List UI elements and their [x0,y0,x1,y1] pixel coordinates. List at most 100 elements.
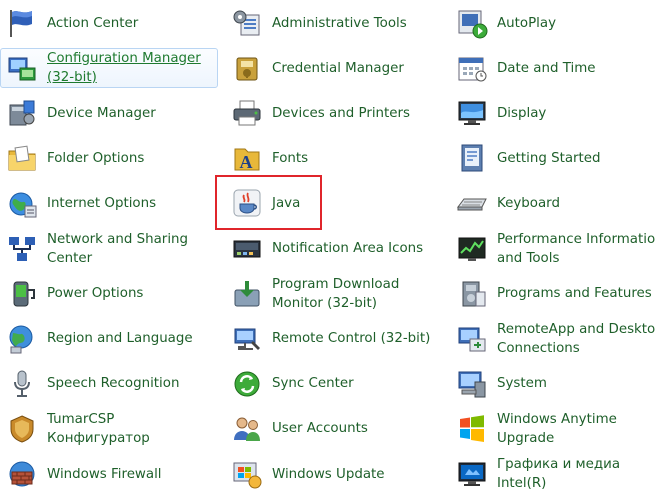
device-manager-icon [6,97,38,129]
control-panel-item-label: Remote Control (32-bit) [272,331,431,347]
control-panel-item-speech-recognition[interactable]: Speech Recognition [0,364,218,404]
control-panel-item-label: Fonts [272,150,309,166]
control-panel-item-label: Keyboard [497,195,560,211]
control-panel-item-label: Credential Manager [272,60,404,76]
control-panel-item-folder-options[interactable]: Folder Options [0,138,218,178]
control-panel-item-autoplay[interactable]: AutoPlay [450,3,656,43]
control-panel-item-sync-center[interactable]: Sync Center [225,364,443,404]
autoplay-icon [456,7,488,39]
performance-icon [456,233,488,265]
control-panel-item-internet-options[interactable]: Internet Options [0,183,218,223]
configuration-manager-icon [6,52,38,84]
network-icon [6,233,38,265]
control-panel-item-fonts[interactable]: A Fonts [225,138,443,178]
keyboard-icon [456,187,488,219]
control-panel-item-label: Internet Options [47,195,157,211]
tumarcsp-icon [6,413,38,445]
getting-started-icon [456,142,488,174]
control-panel-item-devices-and-printers[interactable]: Devices and Printers [225,93,443,133]
control-panel-item-label: RemoteApp and Desktop Connections [497,321,656,356]
control-panel-item-label: Action Center [47,15,139,31]
control-panel-item-windows-update[interactable]: Windows Update [225,454,443,494]
remote-control-icon [231,323,263,355]
folder-options-icon [6,142,38,174]
control-panel-item-device-manager[interactable]: Device Manager [0,93,218,133]
windows-update-icon [231,458,263,490]
notification-area-icon [231,233,263,265]
control-panel-item-program-download-monitor-32-bit[interactable]: Program Download Monitor (32-bit) [225,274,443,314]
control-panel-item-region-and-language[interactable]: Region and Language [0,319,218,359]
control-panel-item-label: Windows Update [272,466,385,482]
control-panel-item-notification-area-icons[interactable]: Notification Area Icons [225,229,443,269]
control-panel-item-label: Sync Center [272,376,354,392]
control-panel-item-intel-r[interactable]: Графика и медиа Intel(R) [450,454,656,494]
control-panel-item-label: TumarCSP Конфигуратор [47,411,150,446]
flag-icon [6,7,38,39]
display-icon [456,97,488,129]
control-panel-item-label: AutoPlay [497,15,557,31]
printer-icon [231,97,263,129]
internet-options-icon [6,187,38,219]
control-panel-item-label: Configuration Manager (32-bit) [47,50,201,85]
control-panel-item-date-and-time[interactable]: Date and Time [450,48,656,88]
administrative-tools-icon [231,7,263,39]
control-panel-item-label: Display [497,105,547,121]
region-language-icon [6,323,38,355]
control-panel-item-keyboard[interactable]: Keyboard [450,183,656,223]
sync-center-icon [231,368,263,400]
control-panel-item-getting-started[interactable]: Getting Started [450,138,656,178]
anytime-upgrade-icon [456,413,488,445]
control-panel-item-label: Getting Started [497,150,601,166]
remoteapp-icon [456,323,488,355]
control-panel-item-label: Notification Area Icons [272,241,424,256]
control-panel-item-remote-control-32-bit[interactable]: Remote Control (32-bit) [225,319,443,359]
microphone-icon [6,368,38,400]
control-panel-item-label: Programs and Features [497,286,652,302]
control-panel-item-label: Performance Information and Tools [497,231,656,266]
java-icon [231,187,263,219]
intel-graphics-icon [456,458,488,490]
control-panel-item-label: Devices and Printers [272,105,410,121]
control-panel-item-display[interactable]: Display [450,93,656,133]
control-panel-item-configuration-manager-32-bit[interactable]: Configuration Manager (32-bit) [0,48,218,89]
system-icon [456,368,488,400]
control-panel-item-user-accounts[interactable]: User Accounts [225,409,443,449]
control-panel-item-label: Administrative Tools [272,15,407,31]
control-panel-grid: Action Center Configuration Manager (32-b… [0,0,656,491]
control-panel-item-network-and-sharing-center[interactable]: Network and Sharing Center [0,229,218,269]
control-panel-item-windows-firewall[interactable]: Windows Firewall [0,454,218,494]
control-panel-item-label: Графика и медиа Intel(R) [497,457,621,491]
control-panel-item-label: Speech Recognition [47,376,180,392]
control-panel-item-label: Windows Anytime Upgrade [497,411,617,446]
programs-features-icon [456,278,488,310]
control-panel-item-label: Folder Options [47,150,145,166]
control-panel-item-label: Power Options [47,286,144,302]
power-options-icon [6,278,38,310]
control-panel-item-power-options[interactable]: Power Options [0,274,218,314]
control-panel-item-label: Device Manager [47,105,156,121]
control-panel-item-label: Date and Time [497,60,596,76]
fonts-icon: A [231,142,263,174]
credential-manager-icon [231,52,263,84]
control-panel-item-credential-manager[interactable]: Credential Manager [225,48,443,88]
control-panel-item-java[interactable]: Java [225,183,443,223]
calendar-icon [456,52,488,84]
control-panel-item-label: Windows Firewall [47,466,162,482]
control-panel-item-remoteapp-and-desktop-connections[interactable]: RemoteApp and Desktop Connections [450,319,656,359]
control-panel-item-system[interactable]: System [450,364,656,404]
firewall-icon [6,458,38,490]
control-panel-item-action-center[interactable]: Action Center [0,3,218,43]
control-panel-item-programs-and-features[interactable]: Programs and Features [450,274,656,314]
control-panel-item-administrative-tools[interactable]: Administrative Tools [225,3,443,43]
control-panel-item-windows-anytime-upgrade[interactable]: Windows Anytime Upgrade [450,409,656,449]
control-panel-item-label: System [497,376,547,392]
control-panel-item-label: Program Download Monitor (32-bit) [272,276,400,311]
control-panel-item-performance-information-and-tools[interactable]: Performance Information and Tools [450,229,656,269]
svg-text:A: A [240,152,253,172]
program-download-icon [231,278,263,310]
control-panel-item-label: User Accounts [272,421,368,437]
control-panel-item-tumarcsp[interactable]: TumarCSP Конфигуратор [0,409,218,449]
control-panel-item-label: Java [272,195,301,211]
user-accounts-icon [231,413,263,445]
control-panel-item-label: Network and Sharing Center [47,231,189,266]
